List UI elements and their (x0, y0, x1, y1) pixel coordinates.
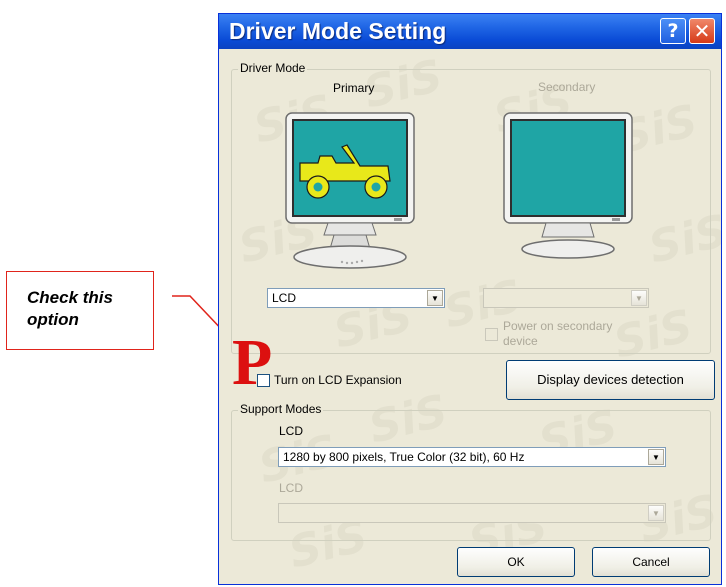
support-lcd-secondary-label: LCD (279, 481, 304, 495)
driver-mode-group-label: Driver Mode (238, 61, 308, 75)
primary-device-select[interactable]: LCD ▼ (267, 288, 445, 308)
primary-label: Primary (333, 81, 375, 95)
secondary-monitor-icon[interactable] (502, 111, 637, 269)
power-secondary-label: Power on secondary device (503, 319, 612, 349)
cancel-button[interactable]: Cancel (592, 547, 710, 577)
support-modes-group-label: Support Modes (238, 402, 324, 416)
support-lcd-label: LCD (279, 424, 304, 438)
chevron-down-icon[interactable]: ▼ (631, 290, 647, 306)
annotation-text: Check this option (27, 287, 113, 331)
annotation-line-1: Check this (27, 288, 113, 307)
primary-monitor-icon[interactable] (284, 111, 419, 269)
dialog-title: Driver Mode Setting (229, 18, 447, 44)
secondary-resolution-select[interactable]: ▼ (278, 503, 666, 523)
resolution-value: 1280 by 800 pixels, True Color (32 bit),… (283, 450, 525, 464)
chevron-down-icon[interactable]: ▼ (648, 505, 664, 521)
driver-mode-dialog: Driver Mode Setting ? ✕ SiS SiS SiS SiS … (218, 13, 722, 585)
display-devices-detection-button[interactable]: Display devices detection (506, 360, 715, 400)
secondary-label: Secondary (538, 80, 596, 94)
annotation-marker: P (232, 326, 273, 399)
close-icon[interactable]: ✕ (689, 18, 715, 44)
title-bar[interactable]: Driver Mode Setting ? ✕ (219, 14, 721, 49)
primary-device-value: LCD (272, 291, 297, 305)
secondary-device-select[interactable]: ▼ (483, 288, 649, 308)
ok-button[interactable]: OK (457, 547, 575, 577)
power-secondary-line-2: device (503, 334, 538, 348)
help-icon[interactable]: ? (660, 18, 686, 44)
annotation-callout-box: Check this option (6, 271, 154, 350)
power-secondary-line-1: Power on secondary (503, 319, 613, 333)
power-secondary-checkbox[interactable] (485, 328, 498, 341)
lcd-expansion-label: Turn on LCD Expansion (274, 373, 402, 387)
chevron-down-icon[interactable]: ▼ (427, 290, 443, 306)
annotation-line-2: option (27, 310, 79, 329)
resolution-select[interactable]: 1280 by 800 pixels, True Color (32 bit),… (278, 447, 666, 467)
chevron-down-icon[interactable]: ▼ (648, 449, 664, 465)
